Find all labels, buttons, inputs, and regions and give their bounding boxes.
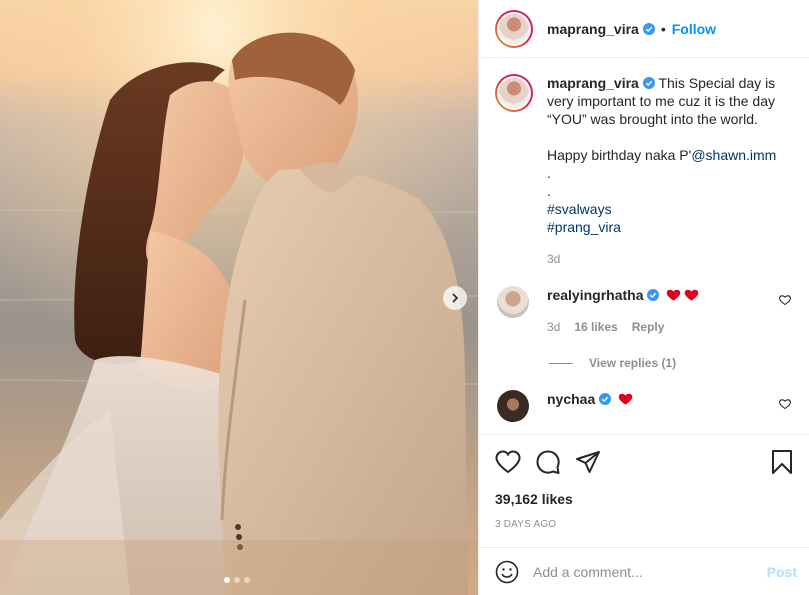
post-header: maprang_vira • Follow [479,0,809,58]
caption-time[interactable]: 3d [547,250,793,268]
comment-likes[interactable]: 16 likes [574,318,617,336]
verified-badge-icon [599,393,612,405]
save-button[interactable] [763,442,793,482]
likes-count[interactable]: 39,162 likes [495,491,793,507]
caption-username[interactable]: maprang_vira [547,75,639,91]
header-separator: • [660,20,666,37]
bookmark-icon [772,450,792,474]
share-icon [576,451,600,473]
hashtag-link[interactable]: #prang_vira [547,218,793,236]
mention-link[interactable]: @shawn.imm [691,147,776,163]
comment-time[interactable]: 3d [547,318,560,336]
like-comment-heart-icon[interactable] [779,398,791,410]
caption: maprang_vira This Special day is very im… [495,74,793,268]
caption-dot: . [547,183,551,199]
comment-button[interactable] [535,442,575,482]
view-replies-dash [549,362,573,364]
comment-item: realyingrhatha 3d 16 likes Reply [495,286,793,336]
post-actions: 39,162 likes 3 DAYS AGO [479,434,809,530]
carousel-dot [234,577,240,583]
verified-badge-icon [642,22,655,35]
avatar-image [499,13,529,44]
comment-meta: 3d 16 likes Reply [547,318,699,336]
comment-avatar[interactable] [497,390,529,422]
share-button[interactable] [575,442,615,482]
carousel-dot [224,577,230,583]
comment-content: nychaa [547,390,633,422]
emoji-icon[interactable] [495,560,519,584]
post-dialog: maprang_vira • Follow maprang_vira This … [0,0,809,595]
comment-item: nychaa [495,390,793,422]
caption-dot: . [547,165,551,181]
caption-avatar[interactable] [495,74,533,112]
post-sidebar: maprang_vira • Follow maprang_vira This … [478,0,809,595]
avatar[interactable] [495,9,533,48]
view-replies-label: View replies (1) [589,356,677,370]
heart-icon [495,450,521,474]
comment-content: realyingrhatha 3d 16 likes Reply [547,286,699,336]
like-button[interactable] [495,442,535,482]
hashtag-link[interactable]: #svalways [547,200,793,218]
comment-avatar[interactable] [497,286,529,318]
post-photo [0,0,478,595]
chevron-right-icon [452,293,459,303]
reply-button[interactable]: Reply [632,318,665,336]
caption-birthday-text: Happy birthday naka P' [547,147,692,163]
comment-icon [536,450,560,474]
view-replies-button[interactable]: View replies (1) [549,356,793,370]
follow-button[interactable]: Follow [672,21,716,37]
post-media[interactable] [0,0,478,595]
carousel-next-button[interactable] [443,286,467,310]
red-heart-emoji-icon [667,289,681,301]
red-heart-emoji-icon [685,289,699,301]
post-comment-button[interactable]: Post [767,564,797,580]
red-heart-emoji-icon [618,393,633,405]
comments-list[interactable]: maprang_vira This Special day is very im… [479,58,809,434]
add-comment-bar: Post [479,547,809,595]
caption-text: maprang_vira This Special day is very im… [547,74,793,268]
verified-badge-icon [642,77,655,89]
comment-username[interactable]: nychaa [547,391,595,407]
carousel-dot [244,577,250,583]
carousel-indicator [224,577,250,583]
action-bar [495,435,793,489]
verified-badge-icon [647,289,660,301]
header-username[interactable]: maprang_vira [547,21,639,37]
post-date[interactable]: 3 DAYS AGO [495,519,793,530]
comment-username[interactable]: realyingrhatha [547,287,643,303]
comment-input[interactable] [533,563,767,580]
like-comment-heart-icon[interactable] [779,294,791,306]
